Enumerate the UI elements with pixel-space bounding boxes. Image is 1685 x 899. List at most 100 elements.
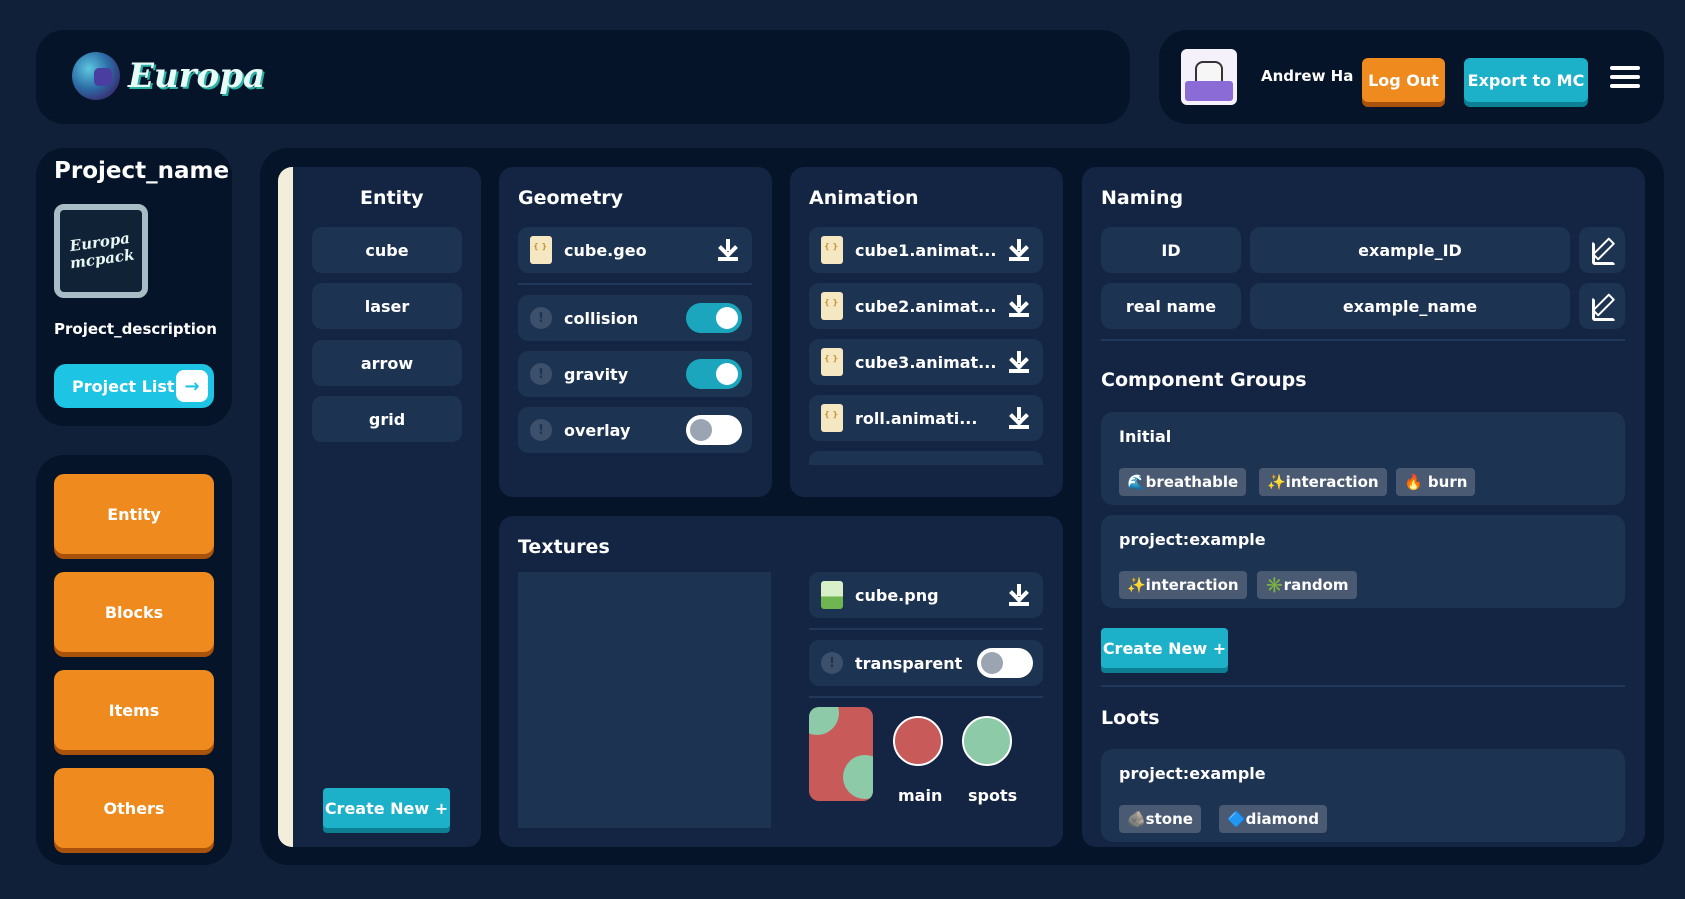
user-bar: Andrew Ha Log Out Export to MC bbox=[1159, 30, 1664, 124]
main-color-swatch[interactable] bbox=[893, 716, 943, 766]
edit-realname-icon[interactable] bbox=[1579, 283, 1625, 329]
component-group-name: Initial bbox=[1119, 427, 1172, 446]
component-group-card[interactable]: Initial 🌊breathable ✨interaction 🔥 burn bbox=[1101, 412, 1625, 505]
download-icon[interactable] bbox=[1009, 584, 1029, 606]
category-others-button[interactable]: Others bbox=[54, 768, 214, 848]
loot-tag[interactable]: 🪨stone bbox=[1119, 805, 1201, 833]
info-badge-icon[interactable]: ! bbox=[821, 652, 843, 674]
geometry-file-name: cube.geo bbox=[564, 240, 647, 260]
id-key-field: ID bbox=[1101, 227, 1241, 273]
realname-value-field[interactable]: example_name bbox=[1250, 283, 1570, 329]
geometry-file-row[interactable]: cube.geo bbox=[518, 227, 752, 273]
export-button[interactable]: Export to MC bbox=[1464, 58, 1588, 102]
animation-file-row[interactable]: cube2.animat... bbox=[809, 283, 1043, 329]
project-list-button[interactable]: Project List → bbox=[54, 364, 214, 408]
animation-title: Animation bbox=[809, 187, 919, 209]
component-group-card[interactable]: project:example ✨interaction ✳️random bbox=[1101, 515, 1625, 608]
entity-item-grid[interactable]: grid bbox=[312, 396, 462, 442]
transparent-toggle[interactable] bbox=[977, 648, 1033, 678]
entity-panel-stripe bbox=[278, 167, 293, 847]
properties-panel: Naming ID example_ID real name example_n… bbox=[1082, 167, 1645, 847]
component-tag[interactable]: ✨interaction bbox=[1259, 468, 1387, 496]
download-icon[interactable] bbox=[1009, 239, 1029, 261]
create-entity-button[interactable]: Create New + bbox=[323, 788, 450, 828]
loot-group-card[interactable]: project:example 🪨stone 🔷diamond bbox=[1101, 749, 1625, 842]
gravity-toggle[interactable] bbox=[686, 359, 742, 389]
info-badge-icon[interactable]: ! bbox=[530, 307, 552, 329]
category-items-button[interactable]: Items bbox=[54, 670, 214, 750]
geometry-panel: Geometry cube.geo ! collision ! gravity … bbox=[499, 167, 772, 497]
texture-file-row[interactable]: cube.png bbox=[809, 572, 1043, 618]
edit-id-icon[interactable] bbox=[1579, 227, 1625, 273]
overlay-toggle[interactable] bbox=[686, 415, 742, 445]
animation-file-name: cube2.animat... bbox=[855, 296, 997, 316]
logout-button[interactable]: Log Out bbox=[1362, 58, 1445, 102]
entity-item-cube[interactable]: cube bbox=[312, 227, 462, 273]
collision-toggle[interactable] bbox=[686, 303, 742, 333]
spots-swatch-label: spots bbox=[968, 786, 1018, 805]
info-badge-icon[interactable]: ! bbox=[530, 419, 552, 441]
avatar[interactable] bbox=[1181, 49, 1237, 105]
desk-figure bbox=[1185, 81, 1233, 101]
animation-file-row[interactable]: roll.animati... bbox=[809, 395, 1043, 441]
animation-panel: Animation cube1.animat... cube2.animat..… bbox=[790, 167, 1063, 497]
geometry-title: Geometry bbox=[518, 187, 624, 209]
create-component-group-button[interactable]: Create New + bbox=[1101, 628, 1228, 668]
animation-file-list[interactable]: cube1.animat... cube2.animat... cube3.an… bbox=[809, 227, 1043, 465]
download-icon[interactable] bbox=[1009, 351, 1029, 373]
animation-file-row[interactable]: cube3.animat... bbox=[809, 339, 1043, 385]
spots-color-swatch[interactable] bbox=[962, 716, 1012, 766]
loot-group-name: project:example bbox=[1119, 764, 1266, 783]
entity-item-laser[interactable]: laser bbox=[312, 283, 462, 329]
category-entity-button[interactable]: Entity bbox=[54, 474, 214, 554]
textures-panel: Textures cube.png ! transparent main spo… bbox=[499, 516, 1063, 847]
project-list-label: Project List bbox=[72, 376, 175, 396]
entity-title: Entity bbox=[360, 187, 424, 209]
info-badge-icon[interactable]: ! bbox=[530, 363, 552, 385]
component-tag[interactable]: 🔥 burn bbox=[1396, 468, 1476, 496]
arrow-right-icon: → bbox=[176, 370, 208, 402]
category-nav: Entity Blocks Items Others bbox=[36, 455, 232, 865]
top-bar: Europa bbox=[36, 30, 1130, 124]
animation-file-row-partial[interactable] bbox=[809, 451, 1043, 465]
animation-file-name: cube3.animat... bbox=[855, 352, 997, 372]
logo-text: Europa bbox=[128, 56, 266, 96]
divider bbox=[1101, 685, 1625, 687]
component-tag[interactable]: 🌊breathable bbox=[1119, 468, 1247, 496]
planet-icon bbox=[72, 52, 120, 100]
divider bbox=[1101, 339, 1625, 341]
download-icon[interactable] bbox=[1009, 295, 1029, 317]
transparent-toggle-row: ! transparent bbox=[809, 640, 1043, 686]
entity-item-arrow[interactable]: arrow bbox=[312, 340, 462, 386]
textures-title: Textures bbox=[518, 536, 610, 558]
animation-file-row[interactable]: cube1.animat... bbox=[809, 227, 1043, 273]
project-card: Project_name Europa mcpack Project_descr… bbox=[36, 148, 232, 426]
loot-tag[interactable]: 🔷diamond bbox=[1219, 805, 1328, 833]
animation-file-name: cube1.animat... bbox=[855, 240, 997, 260]
download-icon[interactable] bbox=[718, 239, 738, 261]
divider bbox=[809, 696, 1043, 698]
realname-key-field: real name bbox=[1101, 283, 1241, 329]
category-blocks-button[interactable]: Blocks bbox=[54, 572, 214, 652]
collision-toggle-row: ! collision bbox=[518, 295, 752, 341]
divider bbox=[518, 283, 752, 285]
js-file-icon bbox=[821, 292, 843, 320]
component-group-name: project:example bbox=[1119, 530, 1266, 549]
project-thumbnail: Europa mcpack bbox=[54, 204, 148, 298]
overlay-toggle-row: ! overlay bbox=[518, 407, 752, 453]
component-tag[interactable]: ✨interaction bbox=[1119, 571, 1247, 599]
project-description: Project_description bbox=[54, 320, 217, 338]
texture-preview[interactable] bbox=[518, 572, 771, 828]
naming-title: Naming bbox=[1101, 187, 1184, 209]
gravity-label: gravity bbox=[564, 364, 629, 384]
divider bbox=[809, 628, 1043, 630]
project-name: Project_name bbox=[54, 158, 230, 184]
collision-label: collision bbox=[564, 308, 639, 328]
js-file-icon bbox=[821, 348, 843, 376]
id-value-field[interactable]: example_ID bbox=[1250, 227, 1570, 273]
transparent-label: transparent bbox=[855, 653, 963, 673]
hamburger-menu-icon[interactable] bbox=[1610, 66, 1640, 88]
europa-logo[interactable]: Europa bbox=[72, 52, 265, 100]
download-icon[interactable] bbox=[1009, 407, 1029, 429]
component-tag[interactable]: ✳️random bbox=[1257, 571, 1357, 599]
